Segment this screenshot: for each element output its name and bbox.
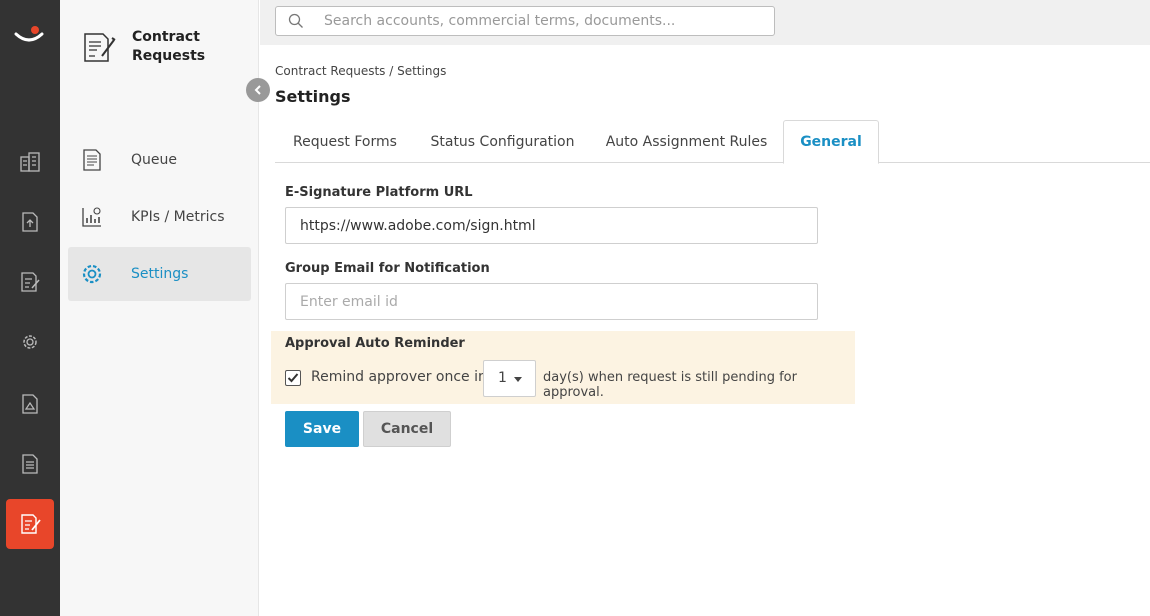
sidebar-item-label: Settings	[131, 266, 189, 282]
buildings-icon[interactable]	[18, 150, 42, 174]
reminder-days-value: 1	[498, 370, 507, 386]
search-icon	[288, 13, 303, 28]
sidebar-item-label: Queue	[131, 152, 177, 168]
checkmark-icon	[287, 373, 299, 383]
reminder-checkbox[interactable]	[285, 370, 301, 386]
contract-document-icon	[84, 33, 116, 62]
sidebar-item-kpis-metrics[interactable]: KPIs / Metrics	[68, 190, 251, 244]
reminder-title: Approval Auto Reminder	[285, 336, 465, 351]
chart-icon	[82, 207, 101, 227]
esign-url-label: E-Signature Platform URL	[285, 185, 473, 200]
approval-reminder-panel: Approval Auto Reminder Remind approver o…	[271, 331, 855, 404]
chevron-left-icon	[254, 85, 261, 95]
collapse-sidebar-button[interactable]	[246, 78, 270, 102]
search-input[interactable]	[324, 11, 764, 31]
brand-logo-icon[interactable]	[14, 20, 44, 48]
app-rail	[0, 0, 60, 616]
tab-status-configuration[interactable]: Status Configuration	[415, 120, 590, 163]
caret-down-icon	[514, 377, 522, 382]
sidebar: Contract Requests Queue KPIs / Metrics S…	[60, 0, 270, 616]
esign-url-input[interactable]	[285, 207, 818, 244]
contract-requests-rail-icon[interactable]	[6, 499, 54, 549]
settings-tabs: Request Forms Status Configuration Auto …	[275, 120, 1150, 164]
gear-icon	[82, 264, 102, 284]
search-box	[275, 6, 775, 36]
tab-auto-assignment-rules[interactable]: Auto Assignment Rules	[590, 120, 783, 163]
document-edit-icon[interactable]	[18, 270, 42, 294]
reminder-text-before: Remind approver once in	[311, 369, 487, 385]
topbar	[260, 0, 1150, 45]
document-list-icon[interactable]	[18, 452, 42, 476]
cancel-button[interactable]: Cancel	[363, 411, 451, 447]
page-title: Settings	[275, 87, 351, 106]
tab-request-forms[interactable]: Request Forms	[275, 120, 415, 163]
breadcrumb: Contract Requests / Settings	[275, 64, 447, 78]
sidebar-item-settings[interactable]: Settings	[68, 247, 251, 301]
document-upload-icon[interactable]	[18, 210, 42, 234]
group-email-label: Group Email for Notification	[285, 261, 490, 276]
sidebar-item-label: KPIs / Metrics	[131, 209, 225, 225]
save-button[interactable]: Save	[285, 411, 359, 447]
gear-icon[interactable]	[18, 330, 42, 354]
document-lines-icon	[83, 149, 101, 171]
reminder-text-after: day(s) when request is still pending for…	[543, 370, 797, 400]
document-image-icon[interactable]	[18, 392, 42, 416]
tab-general[interactable]: General	[783, 120, 879, 164]
sidebar-item-queue[interactable]: Queue	[68, 133, 251, 187]
group-email-input[interactable]	[285, 283, 818, 320]
reminder-days-select[interactable]: 1	[483, 360, 536, 397]
app-title: Contract Requests	[132, 29, 206, 64]
